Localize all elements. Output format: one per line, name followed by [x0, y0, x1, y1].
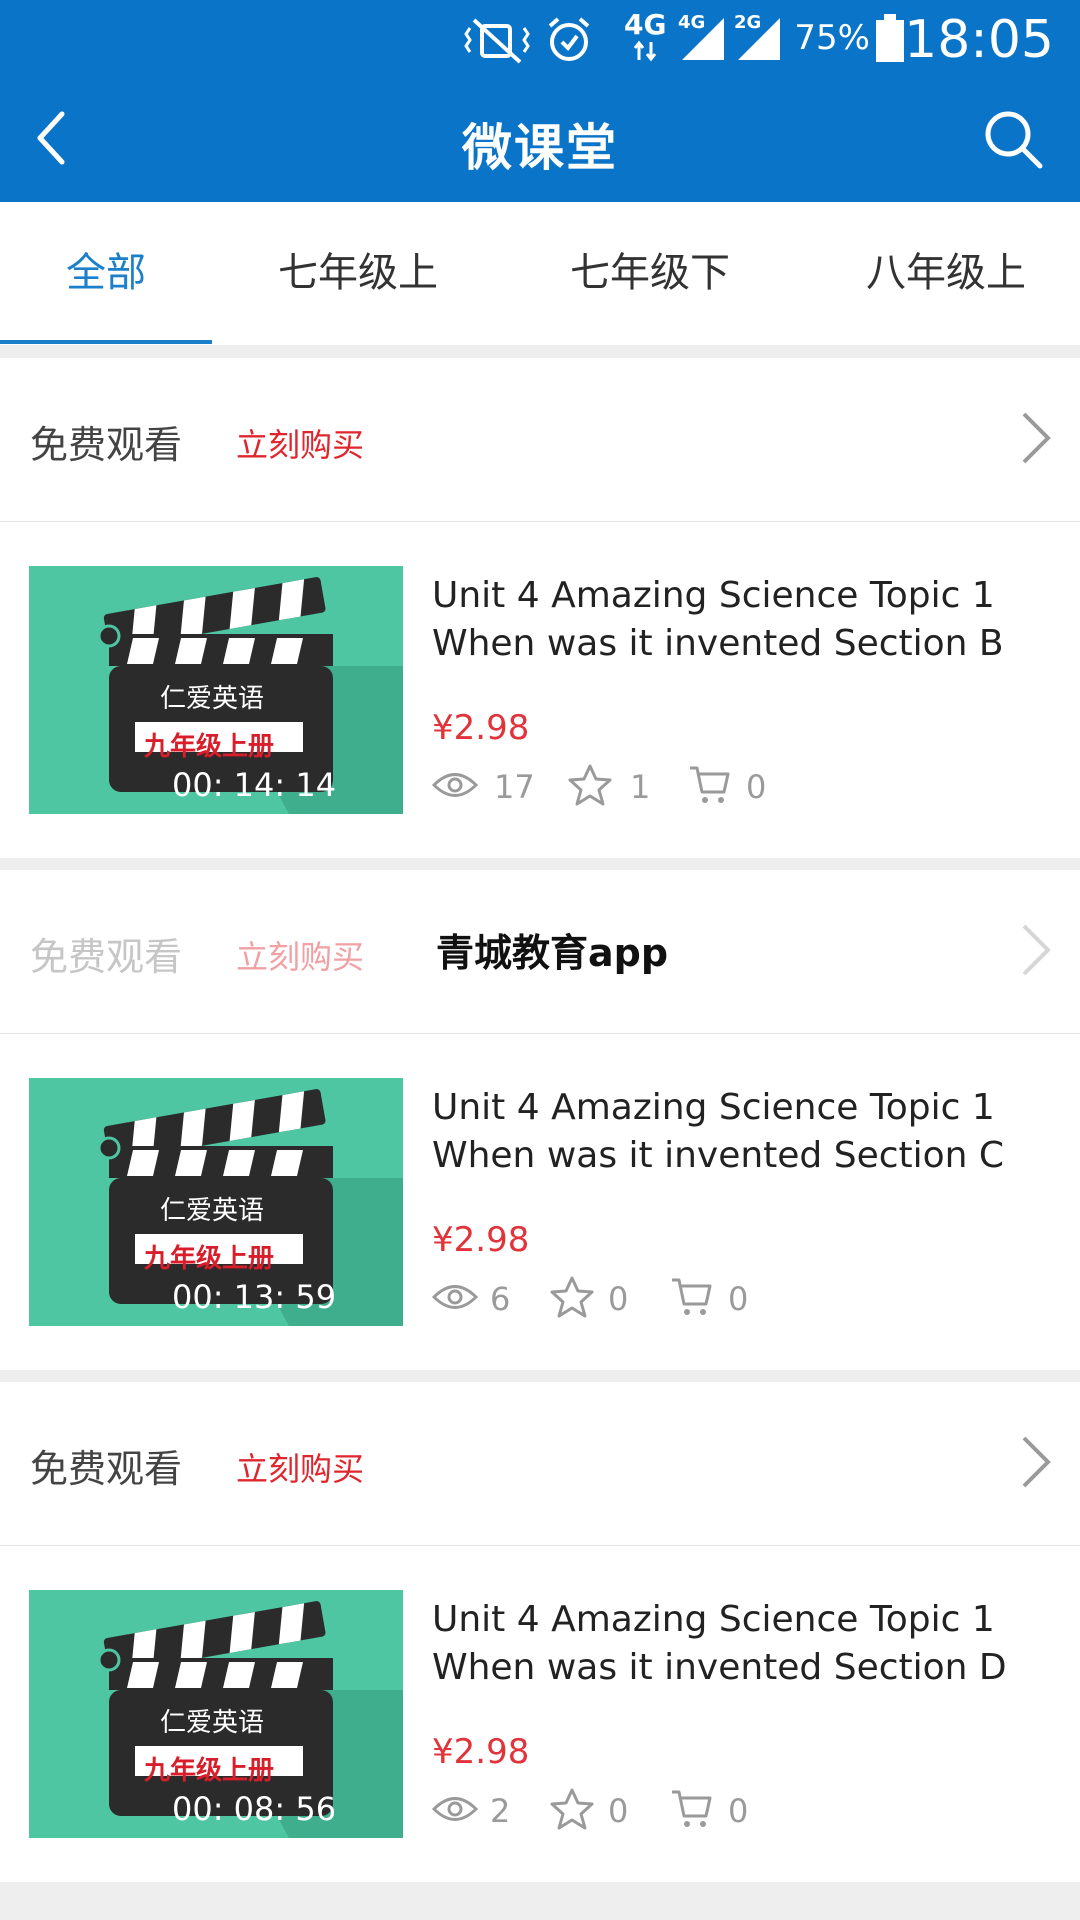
view-count: 6: [490, 1280, 511, 1318]
course-title-line2: When was it invented Section D: [432, 1647, 1007, 1688]
tab-all[interactable]: 全部: [0, 202, 212, 345]
thumbnail-brand: 仁爱英语: [160, 684, 265, 714]
course-title[interactable]: Unit 4 Amazing Science Topic 1 When was …: [432, 572, 1052, 668]
cart-count: 0: [728, 1792, 749, 1830]
star-icon[interactable]: [568, 764, 612, 806]
tab-grade7-second[interactable]: 七年级下: [540, 202, 760, 345]
cart-count: 0: [728, 1280, 749, 1318]
buy-now-link[interactable]: 立刻购买: [236, 932, 364, 978]
favorite-count: 0: [608, 1280, 629, 1318]
view-count: 17: [494, 768, 535, 806]
signal-icon-2: [738, 18, 780, 60]
search-icon[interactable]: [982, 108, 1044, 170]
eye-icon: [432, 1797, 478, 1821]
thumbnail-grade: 九年级上册: [144, 1244, 275, 1274]
active-tab-indicator: [0, 340, 212, 344]
star-icon[interactable]: [550, 1788, 594, 1830]
eye-icon: [432, 773, 478, 797]
purchase-row[interactable]: 免费观看 立刻购买: [0, 358, 1080, 522]
course-title[interactable]: Unit 4 Amazing Science Topic 1 When was …: [432, 1084, 1052, 1180]
alarm-icon: [548, 17, 590, 61]
star-icon[interactable]: [550, 1276, 594, 1318]
course-title-line1: Unit 4 Amazing Science Topic 1: [432, 1087, 995, 1128]
course-price: ¥2.98: [432, 1732, 530, 1772]
tab-label: 全部: [66, 250, 146, 296]
course-card: 免费观看 立刻购买 青城教育app 仁爱英语 九年级上册 00: 13: 59 …: [0, 870, 1080, 1370]
view-count: 2: [490, 1792, 511, 1830]
eye-icon: [432, 1285, 478, 1309]
vibrate-mute-icon: [464, 18, 530, 64]
favorite-count: 0: [608, 1792, 629, 1830]
course-title-line2: When was it invented Section B: [432, 623, 1004, 664]
video-duration: 00: 14: 14: [172, 766, 337, 804]
cart-icon[interactable]: [670, 1276, 714, 1318]
video-duration: 00: 13: 59: [172, 1278, 337, 1316]
thumbnail-brand: 仁爱英语: [160, 1196, 265, 1226]
watermark-text: 青城教育app: [436, 931, 669, 975]
data-arrows-icon: [633, 40, 657, 62]
tab-label: 七年级上: [278, 250, 438, 296]
course-price: ¥2.98: [432, 1220, 530, 1260]
network-type-label: 4G: [624, 8, 667, 41]
course-card: 免费观看 立刻购买 仁爱英语 九年级上册 00: 08: 56 Unit 4 A…: [0, 1382, 1080, 1882]
tab-grade7-first[interactable]: 七年级上: [248, 202, 468, 345]
favorite-count: 1: [630, 768, 651, 806]
status-bar: 4G 4G 2G 75% 18:05: [0, 0, 1080, 82]
free-watch-label[interactable]: 免费观看: [30, 414, 182, 469]
course-title-line1: Unit 4 Amazing Science Topic 1: [432, 1599, 995, 1640]
video-duration: 00: 08: 56: [172, 1790, 337, 1828]
grade-tabs: 全部 七年级上 七年级下 八年级上: [0, 202, 1080, 345]
purchase-row[interactable]: 免费观看 立刻购买 青城教育app: [0, 870, 1080, 1034]
buy-now-link[interactable]: 立刻购买: [236, 1444, 364, 1490]
chevron-right-icon[interactable]: [1016, 922, 1056, 978]
chevron-right-icon[interactable]: [1016, 1434, 1056, 1490]
thumbnail-grade: 九年级上册: [144, 732, 275, 762]
tab-label: 七年级下: [570, 250, 730, 296]
tab-label: 八年级上: [866, 250, 1026, 296]
course-title-line2: When was it invented Section C: [432, 1135, 1005, 1176]
course-price: ¥2.98: [432, 708, 530, 748]
free-watch-label[interactable]: 免费观看: [30, 1438, 182, 1493]
page-title: 微课堂: [462, 119, 618, 177]
app-header: 4G 4G 2G 75% 18:05 微课堂: [0, 0, 1080, 202]
tab-grade8-first[interactable]: 八年级上: [836, 202, 1056, 345]
course-card: 免费观看 立刻购买 仁爱英语 九年级上册 00: 14: 14 Unit 4 A…: [0, 358, 1080, 858]
cart-icon[interactable]: [688, 764, 732, 806]
chevron-right-icon[interactable]: [1016, 410, 1056, 466]
buy-now-link[interactable]: 立刻购买: [236, 420, 364, 466]
battery-icon: [876, 14, 904, 62]
signal-icon: [682, 18, 724, 60]
purchase-row[interactable]: 免费观看 立刻购买: [0, 1382, 1080, 1546]
free-watch-label[interactable]: 免费观看: [30, 926, 182, 981]
cart-icon[interactable]: [670, 1788, 714, 1830]
course-title-line1: Unit 4 Amazing Science Topic 1: [432, 575, 995, 616]
battery-percent: 75%: [794, 18, 870, 58]
thumbnail-brand: 仁爱英语: [160, 1708, 265, 1738]
course-title[interactable]: Unit 4 Amazing Science Topic 1 When was …: [432, 1596, 1052, 1692]
cart-count: 0: [746, 768, 767, 806]
clock: 18:05: [904, 10, 1054, 70]
thumbnail-grade: 九年级上册: [144, 1756, 275, 1786]
